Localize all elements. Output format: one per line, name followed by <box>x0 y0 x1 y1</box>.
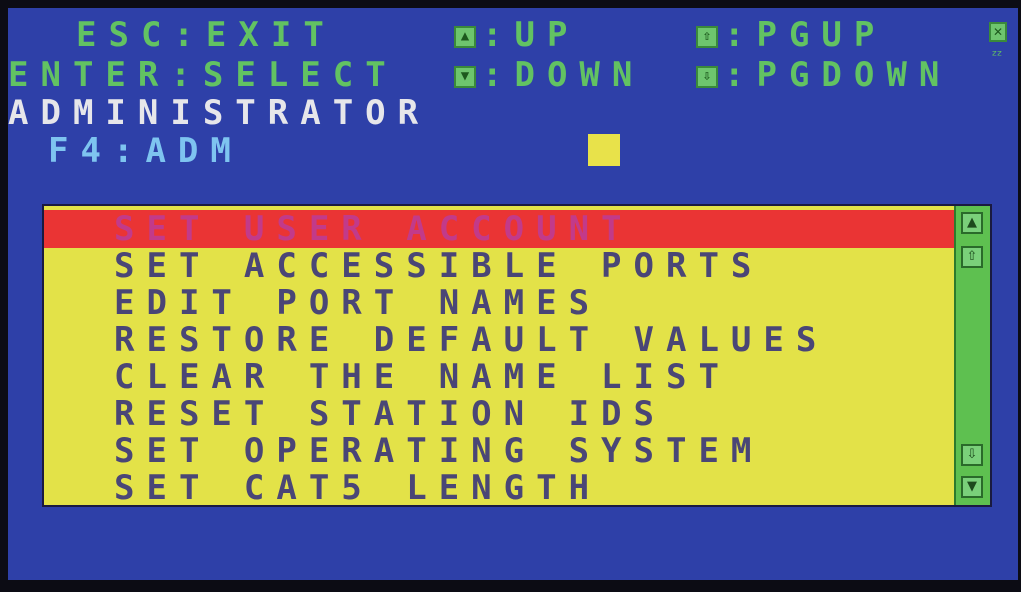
page-down-icon: ⇩ <box>696 65 718 88</box>
close-icon[interactable]: ✕ <box>989 22 1007 42</box>
down-arrow-icon: ▼ <box>454 65 476 88</box>
enter-hint: ENTER:SELECT <box>8 55 398 95</box>
pgdown-hint: ⇩:PGDOWN <box>696 58 951 92</box>
menu-item-set-accessible-ports[interactable]: SET ACCESSIBLE PORTS <box>44 247 956 285</box>
scroll-page-down-icon[interactable]: ⇩ <box>961 444 983 466</box>
menu-item-set-operating-system[interactable]: SET OPERATING SYSTEM <box>44 432 956 470</box>
scroll-page-up-icon[interactable]: ⇧ <box>961 246 983 268</box>
down-hint: ▼:DOWN <box>454 58 644 92</box>
scroll-up-icon[interactable]: ▲ <box>961 212 983 234</box>
menu-item-edit-port-names[interactable]: EDIT PORT NAMES <box>44 284 956 322</box>
esc-hint: ESC:EXIT <box>76 15 336 55</box>
menu-item-reset-station-ids[interactable]: RESET STATION IDS <box>44 395 956 433</box>
menu-item-set-user-account[interactable]: SET USER ACCOUNT <box>44 210 956 248</box>
up-hint: ▲:UP <box>454 18 579 52</box>
admin-menu-list: SET USER ACCOUNT SET ACCESSIBLE PORTS ED… <box>42 204 992 507</box>
menu-item-set-cat5-length[interactable]: SET CAT5 LENGTH <box>44 469 956 507</box>
text-cursor <box>588 134 620 166</box>
sleep-icon: ᶻᶻ <box>992 48 1003 64</box>
pgup-hint: ⇧:PGUP <box>696 18 886 52</box>
menu-scrollbar[interactable]: ▲ ⇧ ⇩ ▼ <box>954 206 990 505</box>
osd-screen: ESC:EXIT ▲:UP ⇧:PGUP ✕ ENTER:SELECT ▼:DO… <box>8 8 1018 580</box>
scroll-down-icon[interactable]: ▼ <box>961 476 983 498</box>
menu-item-restore-default-values[interactable]: RESTORE DEFAULT VALUES <box>44 321 956 359</box>
page-up-icon: ⇧ <box>696 25 718 48</box>
f4-hint[interactable]: F4:ADM <box>48 134 243 168</box>
menu-item-clear-the-name-list[interactable]: CLEAR THE NAME LIST <box>44 358 956 396</box>
up-arrow-icon: ▲ <box>454 25 476 48</box>
user-role: ADMINISTRATOR <box>8 93 431 133</box>
